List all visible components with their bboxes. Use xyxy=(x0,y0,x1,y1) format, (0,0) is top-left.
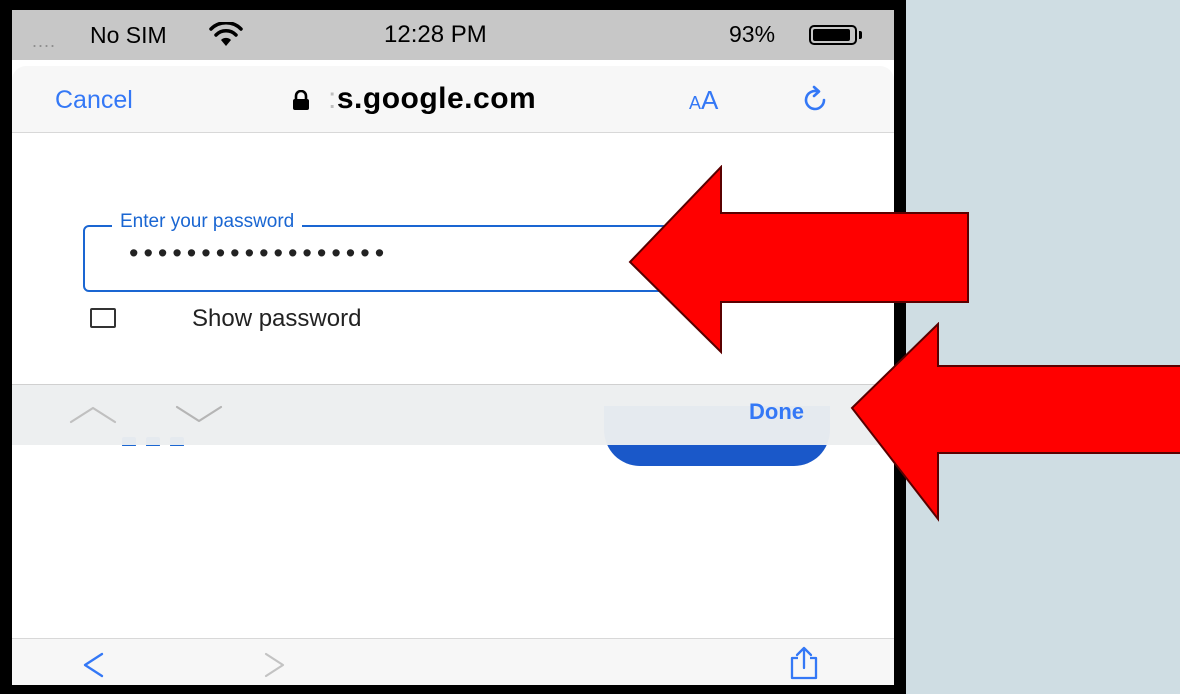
chevron-up-icon[interactable] xyxy=(68,403,118,425)
show-password-label: Show password xyxy=(192,305,362,332)
done-button[interactable]: Done xyxy=(749,399,804,425)
status-bar: .... No SIM 12:28 PM 93% xyxy=(12,10,894,60)
signal-dots: .... xyxy=(32,31,57,51)
show-password-checkbox[interactable] xyxy=(90,308,116,328)
password-input-value[interactable]: •••••••••••••••••• xyxy=(129,238,389,269)
text-size-button[interactable]: AA xyxy=(689,85,718,116)
keyboard-accessory-bar: Done xyxy=(12,384,894,445)
browser-nav-bar: Cancel :s.google.com AA xyxy=(12,66,894,133)
battery-tip xyxy=(859,31,862,39)
url-faded-part: : xyxy=(328,82,337,115)
chevron-down-icon[interactable] xyxy=(174,403,224,425)
browser-sheet: Cancel :s.google.com AA Enter your passw… xyxy=(12,66,894,685)
red-arrow-pointing-to-done-button xyxy=(850,322,1180,522)
back-icon[interactable] xyxy=(80,651,106,679)
password-field-label: Enter your password xyxy=(112,211,303,233)
bottom-toolbar xyxy=(12,638,894,685)
lock-icon xyxy=(293,90,309,110)
red-arrow-shape-2 xyxy=(850,322,1180,522)
clock: 12:28 PM xyxy=(384,21,487,48)
battery-icon xyxy=(809,25,857,45)
share-icon[interactable] xyxy=(787,645,821,681)
text-size-small: A xyxy=(689,93,702,113)
wifi-icon xyxy=(209,22,243,46)
cancel-button[interactable]: Cancel xyxy=(55,86,133,115)
url-text: s.google.com xyxy=(336,82,537,115)
carrier-label: No SIM xyxy=(90,22,167,48)
battery-percentage: 93% xyxy=(729,21,776,47)
reload-icon[interactable] xyxy=(799,84,831,116)
forward-icon xyxy=(264,652,285,678)
address-bar[interactable]: :s.google.com xyxy=(328,82,536,116)
text-size-large: A xyxy=(701,85,719,115)
